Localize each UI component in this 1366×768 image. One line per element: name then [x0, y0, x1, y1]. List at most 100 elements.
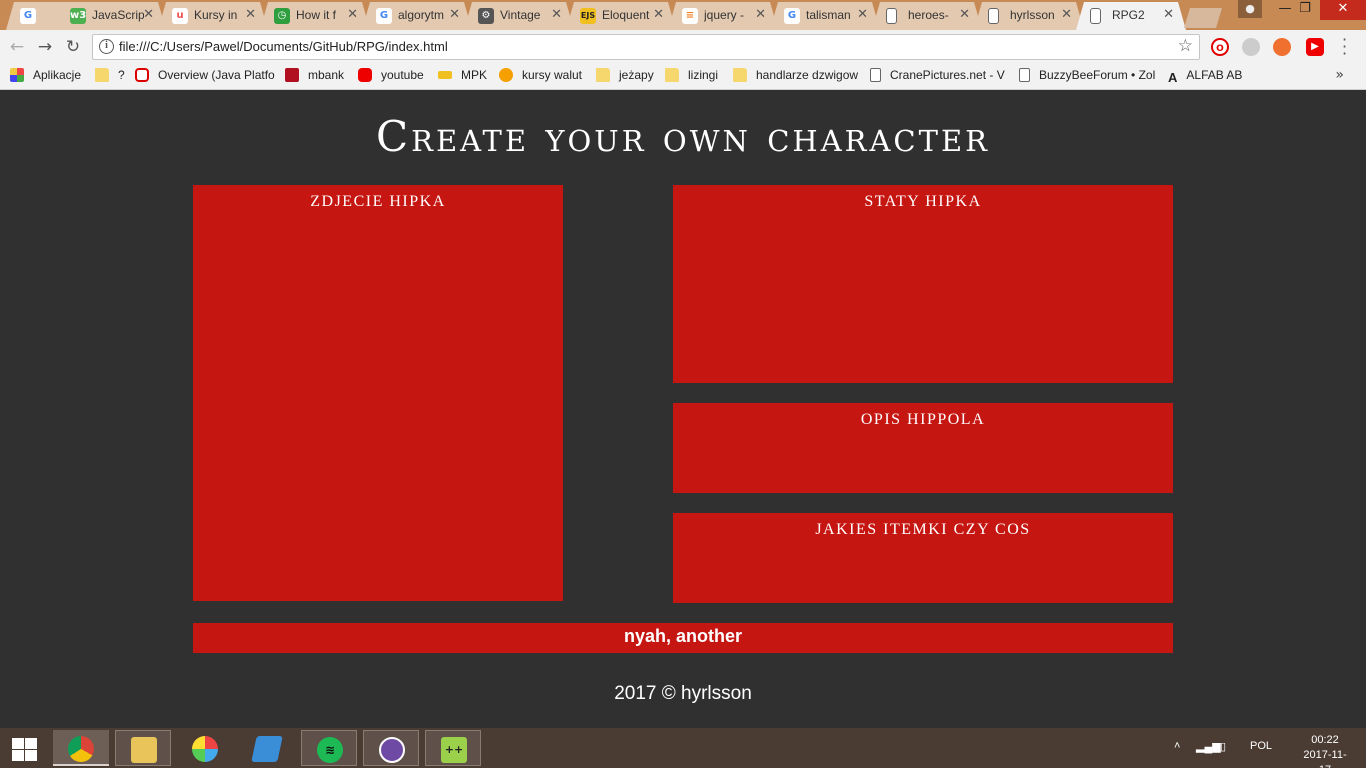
page-icon	[1019, 68, 1030, 82]
close-tab-icon[interactable]: ✕	[1163, 7, 1174, 22]
tab-title: Kursy in	[194, 8, 238, 22]
bookmark-star-icon[interactable]: ☆	[1178, 36, 1193, 56]
back-arrow-icon[interactable]: ←	[6, 36, 28, 58]
bookmark-item[interactable]: lizingi	[665, 68, 718, 86]
taskbar-notepad-plus[interactable]: ++	[425, 730, 481, 766]
maximize-icon[interactable]: ❐	[1288, 0, 1322, 20]
reload-icon[interactable]: ↻	[62, 36, 84, 58]
bookmark-item[interactable]: Overview (Java Platfo	[135, 68, 275, 86]
character-items-panel: JAKIES ITEMKI CZY COS	[673, 513, 1173, 603]
folder-icon	[733, 68, 747, 82]
bookmark-item[interactable]: CranePictures.net - V	[870, 68, 1005, 86]
close-tab-icon[interactable]: ✕	[959, 7, 970, 22]
extension-icon[interactable]	[1273, 38, 1291, 56]
language-indicator[interactable]: POL	[1250, 740, 1272, 752]
close-tab-icon[interactable]: ✕	[1061, 7, 1072, 22]
folder-icon	[95, 68, 109, 82]
clock-time: 00:22	[1311, 734, 1339, 746]
forward-arrow-icon[interactable]: →	[34, 36, 56, 58]
close-tab-icon[interactable]: ✕	[449, 7, 460, 22]
taskbar-file-explorer[interactable]	[115, 730, 171, 766]
close-tab-icon[interactable]: ✕	[857, 7, 868, 22]
close-tab-icon[interactable]: ✕	[755, 7, 766, 22]
tab-title: talisman	[806, 8, 851, 22]
close-tab-icon[interactable]: ✕	[347, 7, 358, 22]
browser-tab[interactable]: heroes- ✕	[872, 2, 982, 30]
info-icon[interactable]: i	[99, 39, 114, 54]
taskbar-chrome[interactable]	[53, 730, 109, 766]
file-explorer-icon	[131, 737, 157, 763]
browser-tab[interactable]: u Kursy in ✕	[158, 2, 268, 30]
taskbar-github-desktop[interactable]	[363, 730, 419, 766]
google-g-icon: G	[20, 8, 36, 24]
page-icon	[1090, 8, 1101, 24]
taskbar-spotify[interactable]: ≋	[301, 730, 357, 766]
tab-title: JavaScript	[92, 8, 144, 22]
folder-icon	[596, 68, 610, 82]
panel-title: STATY HIPKA	[864, 193, 982, 210]
taskbar-clock[interactable]: 00:22 2017-11-17	[1298, 733, 1352, 768]
close-tab-icon[interactable]: ✕	[551, 7, 562, 22]
window-close-icon[interactable]: ✕	[1320, 0, 1366, 20]
windows-start-icon[interactable]	[6, 734, 42, 764]
network-icon[interactable]: ▂▄▆	[1196, 740, 1221, 753]
oracle-icon	[135, 68, 149, 82]
panel-title: ZDJECIE HIPKA	[310, 193, 446, 210]
bookmark-item[interactable]: Aplikacje	[10, 68, 81, 86]
close-tab-icon[interactable]: ✕	[245, 7, 256, 22]
w3-icon: w3	[70, 8, 86, 24]
bookmark-item[interactable]: kursy walut	[499, 68, 582, 86]
bookmarks-bar: Aplikacje ? Overview (Java Platfo mbank …	[0, 63, 1366, 90]
browser-tab[interactable]: G algorytm ✕	[362, 2, 472, 30]
tab-title: Eloquent	[602, 8, 650, 22]
bookmark-item[interactable]: youtube	[358, 68, 424, 86]
tab-title: How it f	[296, 8, 337, 22]
extension-icon[interactable]	[1242, 38, 1260, 56]
browser-tab[interactable]: EJS Eloquent ✕	[566, 2, 676, 30]
taskbar-paint[interactable]	[177, 730, 233, 766]
browser-tab[interactable]: G talisman ✕	[770, 2, 880, 30]
youtube-icon[interactable]: ▶	[1306, 38, 1324, 56]
paint-icon	[192, 736, 218, 762]
clock-icon: ◷	[274, 8, 290, 24]
profile-icon[interactable]: ●	[1238, 0, 1262, 18]
bookmark-item[interactable]: mbank	[285, 68, 344, 86]
tray-overflow-icon[interactable]: ˄	[1174, 740, 1180, 752]
browser-toolbar: ← → ↻ i file:///C:/Users/Pawel/Documents…	[0, 30, 1366, 63]
coin-icon	[499, 68, 513, 82]
close-tab-icon[interactable]: ✕	[653, 7, 664, 22]
page-title: Create your own character	[376, 112, 990, 161]
udemy-icon: u	[172, 8, 188, 24]
bookmark-item[interactable]: A ALFAB AB	[1168, 68, 1242, 86]
character-stats-panel: STATY HIPKA	[673, 185, 1173, 383]
browser-tab[interactable]: ≡ jquery - ✕	[668, 2, 778, 30]
browser-tab[interactable]: w3 JavaScript ✕	[56, 2, 166, 30]
browser-tab[interactable]: ◷ How it f ✕	[260, 2, 370, 30]
panel-title: JAKIES ITEMKI CZY COS	[815, 521, 1031, 538]
opera-icon[interactable]: O	[1211, 38, 1229, 56]
address-bar[interactable]: i file:///C:/Users/Pawel/Documents/GitHu…	[92, 34, 1200, 60]
browser-tab-active[interactable]: RPG2 ✕	[1076, 2, 1186, 30]
mbank-icon	[285, 68, 299, 82]
bookmark-item[interactable]: ?	[95, 68, 125, 86]
folder-icon	[665, 68, 679, 82]
youtube-icon	[358, 68, 372, 82]
url-text: file:///C:/Users/Pawel/Documents/GitHub/…	[119, 39, 448, 54]
bookmark-item[interactable]: BuzzyBeeForum • Zol	[1019, 68, 1155, 86]
bookmark-item[interactable]: jeżapy	[596, 68, 654, 86]
notepad-plus-icon: ++	[441, 737, 467, 763]
bookmark-item[interactable]: handlarze dzwigow	[733, 68, 858, 86]
battery-icon[interactable]: ▯	[1220, 740, 1226, 753]
close-tab-icon[interactable]: ✕	[143, 7, 154, 22]
new-tab-button[interactable]	[1184, 8, 1222, 28]
browser-menu-icon[interactable]: · · ·	[1342, 32, 1347, 62]
browser-tab[interactable]: ⚙ Vintage ✕	[464, 2, 574, 30]
browser-tab[interactable]: hyrlsson ✕	[974, 2, 1084, 30]
bookmark-item[interactable]: MPK	[438, 68, 487, 86]
clock-date: 2017-11-17	[1303, 749, 1347, 768]
mpk-icon	[438, 71, 452, 79]
more-bookmarks-button[interactable]: »	[1335, 67, 1344, 83]
tab-title: RPG2	[1112, 8, 1145, 22]
alfab-icon: A	[1168, 70, 1178, 85]
taskbar-remote-desktop[interactable]	[239, 730, 295, 766]
